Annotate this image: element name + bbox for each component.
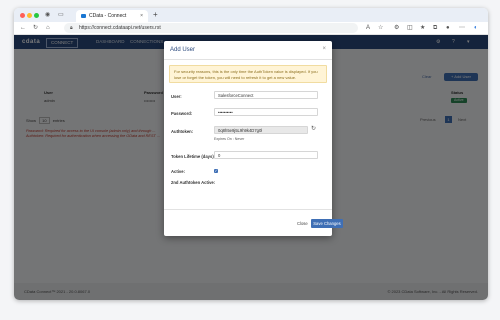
- home-icon[interactable]: ⌂: [46, 22, 50, 34]
- url-field[interactable]: 🔒︎ https://connect.cdataapi.net/users.rs…: [64, 23, 358, 33]
- lock-icon: 🔒︎: [70, 25, 73, 31]
- more-menu-icon[interactable]: ⋯: [459, 22, 465, 34]
- cdata-favicon-icon: [81, 14, 86, 18]
- new-tab-button[interactable]: +: [153, 8, 158, 22]
- token-lifetime-field[interactable]: 0: [214, 151, 318, 159]
- tab-actions-icon[interactable]: ▭: [58, 8, 64, 22]
- read-aloud-icon[interactable]: A: [366, 22, 370, 34]
- user-field[interactable]: SalesforceConnect: [214, 91, 318, 99]
- token-lifetime-label: Token Lifetime (days):: [171, 154, 216, 159]
- tab-title: CData - Connect: [89, 13, 127, 19]
- user-label: User:: [171, 94, 182, 99]
- dialog-title: Add User: [170, 47, 196, 53]
- favorites-icon[interactable]: ★: [420, 22, 425, 34]
- authtoken-field[interactable]: 0q8h5e9j5L9h9k4D7g0l: [214, 126, 308, 134]
- extension-icon[interactable]: ⚙: [394, 22, 399, 34]
- minimize-window-icon[interactable]: [27, 13, 32, 18]
- refresh-token-icon[interactable]: ↻: [311, 125, 316, 132]
- profile-icon[interactable]: ◉: [45, 8, 50, 22]
- address-bar-row: ← ↻ ⌂ 🔒︎ https://connect.cdataapi.net/us…: [14, 22, 488, 35]
- tab-strip: ◉ ▭ CData - Connect × +: [14, 8, 488, 22]
- browser-tab[interactable]: CData - Connect ×: [76, 10, 148, 22]
- add-user-dialog: Add User × For security reasons, this is…: [164, 41, 343, 236]
- authtoken-label: Authtoken:: [171, 129, 194, 134]
- password-label: Password:: [171, 111, 193, 116]
- close-icon[interactable]: ×: [322, 46, 326, 52]
- split-screen-icon[interactable]: ◫: [407, 22, 413, 34]
- active-label: Active:: [171, 169, 185, 174]
- user-avatar-icon[interactable]: ●: [446, 22, 450, 34]
- dialog-header-divider: [164, 59, 332, 60]
- copilot-icon[interactable]: ◐: [474, 22, 478, 34]
- active-checkbox[interactable]: ✓: [214, 169, 218, 173]
- token-expiry-text: Expires On : Never: [214, 137, 245, 141]
- maximize-window-icon[interactable]: [34, 13, 39, 18]
- dialog-footer-divider: [164, 209, 332, 210]
- browser-window: ◉ ▭ CData - Connect × + ← ↻ ⌂ 🔒︎ https:/…: [14, 8, 488, 300]
- security-warning: For security reasons, this is the only t…: [169, 65, 327, 83]
- collections-icon[interactable]: ⧉: [433, 22, 437, 34]
- url-text: https://connect.cdataapi.net/users.rst: [79, 25, 161, 31]
- back-icon[interactable]: ←: [20, 22, 26, 34]
- password-field[interactable]: ••••••••••: [214, 108, 318, 116]
- favorite-star-icon[interactable]: ☆: [378, 22, 383, 34]
- save-changes-button[interactable]: Save Changes: [311, 219, 343, 228]
- page-viewport: cdata CONNECT DASHBOARD CONNECTIONS ⚙ ? …: [14, 35, 488, 300]
- refresh-icon[interactable]: ↻: [33, 22, 38, 34]
- close-button[interactable]: Close: [294, 219, 311, 228]
- close-window-icon[interactable]: [20, 13, 25, 18]
- tab-close-icon[interactable]: ×: [140, 10, 143, 22]
- second-authtoken-label: 2nd Authtoken Active:: [171, 180, 216, 185]
